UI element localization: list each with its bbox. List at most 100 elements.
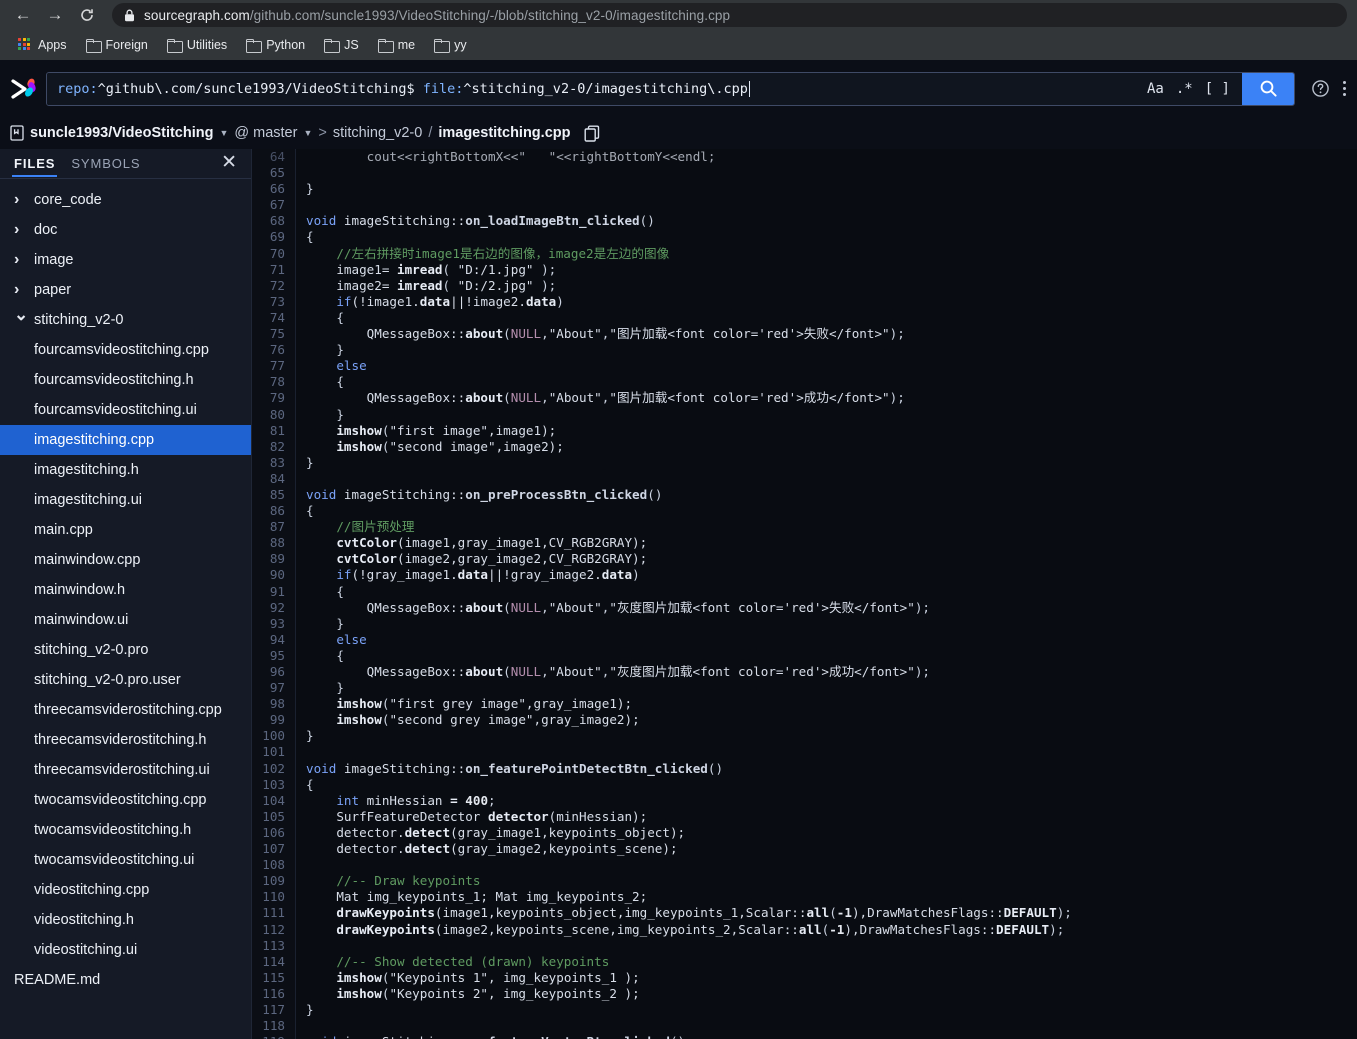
chevron-down-icon[interactable]: ⌄ (14, 305, 30, 325)
address-bar[interactable]: sourcegraph.com/github.com/suncle1993/Vi… (112, 3, 1347, 27)
code-line[interactable]: { (306, 648, 1357, 664)
tree-dir-core-code[interactable]: ›core_code (0, 185, 251, 215)
bookmark-utilities[interactable]: Utilities (159, 35, 235, 55)
breadcrumb-revision[interactable]: @ master (234, 125, 297, 141)
code-line[interactable]: } (306, 181, 1357, 197)
code-line[interactable]: cvtColor(image1,gray_image1,CV_RGB2GRAY)… (306, 535, 1357, 551)
tree-file-main-cpp[interactable]: main.cpp (0, 515, 251, 545)
tree-file-videostitching-ui[interactable]: videostitching.ui (0, 935, 251, 965)
code-line[interactable]: QMessageBox::about(NULL,"About","灰度图片加载<… (306, 664, 1357, 680)
tree-file-imagestitching-cpp[interactable]: imagestitching.cpp (0, 425, 251, 455)
code-line[interactable]: { (306, 584, 1357, 600)
code-line[interactable]: void imageStitching::on_preProcessBtn_cl… (306, 487, 1357, 503)
search-submit-button[interactable] (1242, 73, 1294, 105)
tree-file-mainwindow-ui[interactable]: mainwindow.ui (0, 605, 251, 635)
regexp-toggle[interactable]: .* (1171, 80, 1198, 98)
code-line[interactable] (306, 165, 1357, 181)
code-line[interactable]: if(!image1.data||!image2.data) (306, 294, 1357, 310)
code-line[interactable]: detector.detect(gray_image1,keypoints_ob… (306, 825, 1357, 841)
code-line[interactable]: } (306, 1002, 1357, 1018)
tree-file-readme-md[interactable]: README.md (0, 965, 251, 995)
tree-dir-stitching-v2-0[interactable]: ⌄stitching_v2-0 (0, 305, 251, 335)
code-line[interactable] (306, 857, 1357, 873)
code-line[interactable]: imshow("first grey image",gray_image1); (306, 696, 1357, 712)
code-line[interactable]: { (306, 374, 1357, 390)
code-line[interactable]: if(!gray_image1.data||!gray_image2.data) (306, 567, 1357, 583)
tree-file-videostitching-h[interactable]: videostitching.h (0, 905, 251, 935)
bookmark-me[interactable]: me (370, 35, 423, 55)
code-line[interactable]: QMessageBox::about(NULL,"About","灰度图片加载<… (306, 600, 1357, 616)
code-line[interactable]: cout<<rightBottomX<<" "<<rightBottomY<<e… (306, 149, 1357, 165)
code-line[interactable]: { (306, 310, 1357, 326)
code-line[interactable] (306, 471, 1357, 487)
tab-symbols[interactable]: SYMBOLS (71, 156, 140, 177)
sourcegraph-logo-icon[interactable] (0, 60, 46, 117)
code-line[interactable]: } (306, 342, 1357, 358)
tree-file-twocamsvideostitching-cpp[interactable]: twocamsvideostitching.cpp (0, 785, 251, 815)
copy-path-icon[interactable] (584, 125, 600, 142)
forward-icon[interactable]: → (42, 2, 68, 28)
tree-file-stitching-v2-0-pro[interactable]: stitching_v2-0.pro (0, 635, 251, 665)
code-line[interactable]: void imageStitching::on_featurePointDete… (306, 761, 1357, 777)
back-icon[interactable]: ← (10, 2, 36, 28)
code-line[interactable] (306, 1018, 1357, 1034)
tab-files[interactable]: FILES (14, 156, 55, 177)
code-line[interactable]: Mat img_keypoints_1; Mat img_keypoints_2… (306, 889, 1357, 905)
chevron-down-icon[interactable]: ▼ (303, 129, 312, 138)
code-line[interactable]: detector.detect(gray_image2,keypoints_sc… (306, 841, 1357, 857)
code-line[interactable]: imshow("first image",image1); (306, 423, 1357, 439)
code-line[interactable] (306, 938, 1357, 954)
tree-file-mainwindow-h[interactable]: mainwindow.h (0, 575, 251, 605)
tree-dir-image[interactable]: ›image (0, 245, 251, 275)
overflow-menu-icon[interactable] (1337, 72, 1351, 106)
code-line[interactable]: } (306, 680, 1357, 696)
tree-file-videostitching-cpp[interactable]: videostitching.cpp (0, 875, 251, 905)
tree-file-threecamsviderostitching-cpp[interactable]: threecamsviderostitching.cpp (0, 695, 251, 725)
bookmark-foreign[interactable]: Foreign (78, 35, 156, 55)
code-line[interactable]: //左右拼接时image1是右边的图像，image2是左边的图像 (306, 246, 1357, 262)
structural-search-toggle[interactable]: [ ] (1200, 80, 1235, 98)
tree-file-fourcamsvideostitching-cpp[interactable]: fourcamsvideostitching.cpp (0, 335, 251, 365)
code-line[interactable]: int minHessian = 400; (306, 793, 1357, 809)
reload-icon[interactable] (74, 2, 100, 28)
code-line[interactable]: drawKeypoints(image1,keypoints_object,im… (306, 905, 1357, 921)
code-line[interactable] (306, 744, 1357, 760)
tree-file-twocamsvideostitching-ui[interactable]: twocamsvideostitching.ui (0, 845, 251, 875)
bookmark-js[interactable]: JS (316, 35, 367, 55)
code-line[interactable]: //-- Draw keypoints (306, 873, 1357, 889)
tree-file-mainwindow-cpp[interactable]: mainwindow.cpp (0, 545, 251, 575)
code-line[interactable]: } (306, 616, 1357, 632)
bookmark-apps[interactable]: Apps (10, 35, 75, 55)
code-line[interactable]: imshow("second grey image",gray_image2); (306, 712, 1357, 728)
chevron-down-icon[interactable]: ▼ (219, 129, 228, 138)
bookmark-yy[interactable]: yy (426, 35, 475, 55)
code-line[interactable]: void imageStitching::on_featureVectorBtn… (306, 1034, 1357, 1039)
code-line[interactable]: } (306, 407, 1357, 423)
code-line[interactable]: //图片预处理 (306, 519, 1357, 535)
chevron-right-icon[interactable]: › (14, 191, 30, 209)
bookmark-python[interactable]: Python (238, 35, 313, 55)
tree-file-imagestitching-ui[interactable]: imagestitching.ui (0, 485, 251, 515)
code-line[interactable]: image1= imread( "D:/1.jpg" ); (306, 262, 1357, 278)
code-line[interactable]: } (306, 728, 1357, 744)
code-line[interactable]: QMessageBox::about(NULL,"About","图片加载<fo… (306, 390, 1357, 406)
code-line[interactable]: { (306, 229, 1357, 245)
code-line[interactable]: { (306, 503, 1357, 519)
close-sidebar-icon[interactable]: ✕ (221, 153, 237, 172)
code-line[interactable]: else (306, 632, 1357, 648)
chevron-right-icon[interactable]: › (14, 281, 30, 299)
case-sensitivity-toggle[interactable]: Aa (1142, 80, 1169, 98)
tree-file-fourcamsvideostitching-h[interactable]: fourcamsvideostitching.h (0, 365, 251, 395)
code-line[interactable] (306, 197, 1357, 213)
tree-file-threecamsviderostitching-ui[interactable]: threecamsviderostitching.ui (0, 755, 251, 785)
code-line[interactable]: } (306, 455, 1357, 471)
code-line[interactable]: else (306, 358, 1357, 374)
chevron-right-icon[interactable]: › (14, 221, 30, 239)
code-line[interactable]: void imageStitching::on_loadImageBtn_cli… (306, 213, 1357, 229)
code-line[interactable]: SurfFeatureDetector detector(minHessian)… (306, 809, 1357, 825)
search-input[interactable]: repo:^github\.com/suncle1993/VideoStitch… (47, 73, 1135, 105)
breadcrumb-directory-link[interactable]: stitching_v2-0 (333, 125, 422, 141)
tree-dir-paper[interactable]: ›paper (0, 275, 251, 305)
code-line[interactable]: imshow("second image",image2); (306, 439, 1357, 455)
tree-dir-doc[interactable]: ›doc (0, 215, 251, 245)
